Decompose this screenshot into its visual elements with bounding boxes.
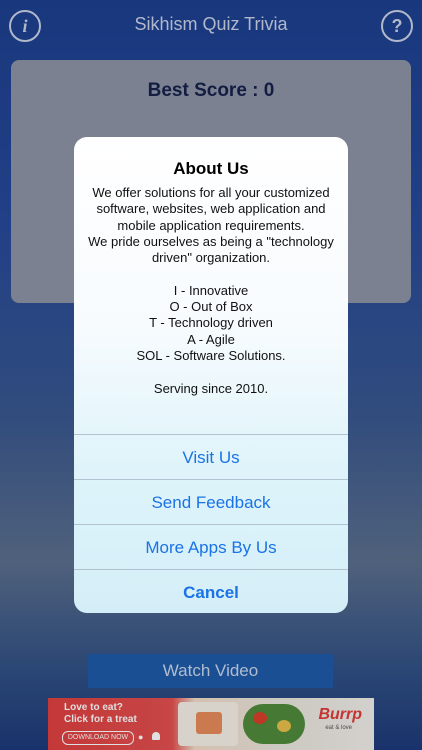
more-apps-button[interactable]: More Apps By Us (74, 524, 348, 569)
dialog-title: About Us (173, 159, 249, 178)
about-us-dialog: About Us We offer solutions for all your… (74, 137, 348, 613)
dialog-message: We offer solutions for all your customiz… (88, 185, 334, 396)
visit-us-button[interactable]: Visit Us (74, 434, 348, 479)
cancel-button[interactable]: Cancel (74, 569, 348, 613)
send-feedback-button[interactable]: Send Feedback (74, 479, 348, 524)
